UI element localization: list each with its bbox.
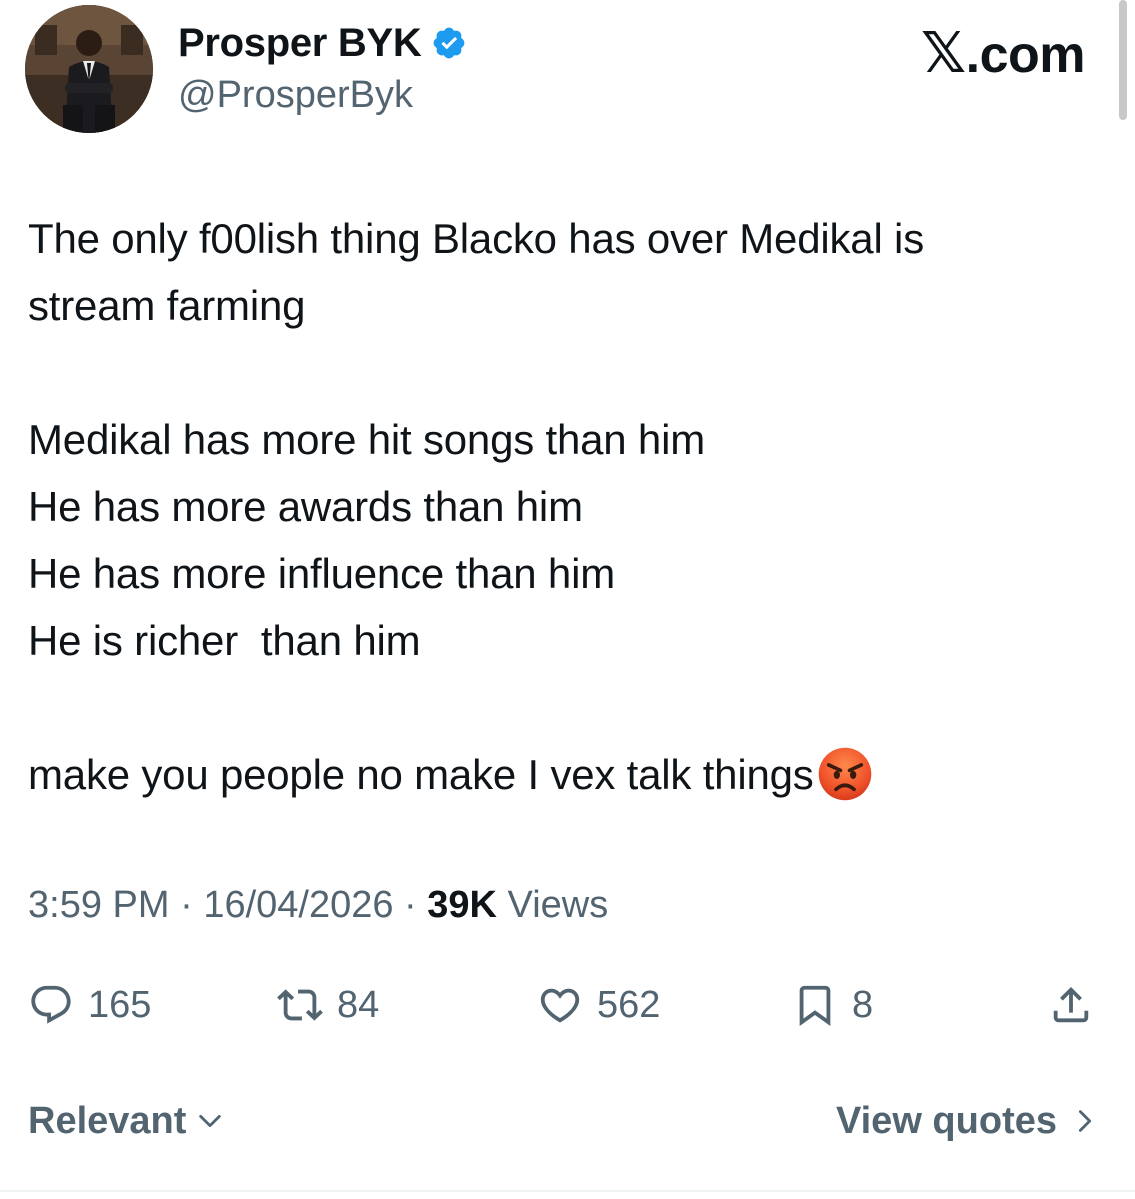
tweet-screen: Prosper BYK @ProsperByk 𝕏 .com The only … [0,0,1135,1199]
tweet-line: Medikal has more hit songs than him [28,416,705,463]
view-quotes-label: View quotes [835,1100,1057,1142]
avatar[interactable] [25,5,153,133]
like-count: 562 [597,983,661,1026]
repost-count: 84 [337,983,380,1026]
tweet-line-break [28,674,1118,741]
views-count: 39K [427,884,497,926]
reply-count: 165 [88,983,152,1026]
sort-label: Relevant [28,1100,187,1142]
tweet-date[interactable]: 16/04/2026 [203,884,393,926]
bookmark-count: 8 [852,983,874,1026]
action-bar: 165 84 562 8 [22,975,1112,1035]
tweet-line: The only f00lish thing Blacko has over M… [28,215,924,262]
share-icon [1053,986,1089,1023]
views-label: Views [497,884,609,926]
brand-suffix: .com [965,26,1086,84]
author-name-text: Prosper BYK [178,21,422,65]
author-handle[interactable]: @ProsperByk [178,72,413,118]
bookmark-button[interactable]: 8 [792,975,873,1035]
tweet-text: The only f00lish thing Blacko has over M… [28,205,1118,808]
view-quotes-link[interactable]: View quotes [836,1096,1099,1146]
tweet-line: He has more influence than him [28,550,615,597]
author-display-name[interactable]: Prosper BYK [178,20,467,66]
tweet-line-break [28,339,1118,406]
angry-face-emoji-icon [818,747,871,801]
tweet-line: He is richer than him [28,617,421,664]
avatar-image [25,5,153,133]
meta-separator: · [393,884,428,926]
scrollbar[interactable] [1119,0,1127,120]
share-button[interactable] [1048,975,1094,1035]
bookmark-icon [799,985,831,1026]
sort-replies-dropdown[interactable]: Relevant [28,1096,224,1146]
tweet-line: stream farming [28,282,306,329]
chevron-down-icon [199,1114,222,1128]
reply-button[interactable]: 165 [28,975,151,1035]
reply-icon [31,985,71,1024]
tweet-meta: 3:59 PM · 16/04/2026 · 39K Views [28,880,608,930]
tweet-line: He has more awards than him [28,483,583,530]
meta-separator: · [169,884,204,926]
repost-icon [277,989,323,1021]
x-logo-icon: 𝕏 [921,21,966,84]
like-button[interactable]: 562 [537,975,660,1035]
repost-button[interactable]: 84 [277,975,379,1035]
tweet-line-text: make you people no make I vex talk thing… [28,751,814,798]
tweet-line-last: make you people no make I vex talk thing… [28,741,1118,808]
verified-badge-icon [434,27,465,59]
tweet-time[interactable]: 3:59 PM [28,884,170,926]
heart-icon [540,988,580,1023]
divider [0,1190,1135,1192]
chevron-right-icon [1078,1110,1092,1132]
x-com-brand: 𝕏 .com [921,21,1086,85]
